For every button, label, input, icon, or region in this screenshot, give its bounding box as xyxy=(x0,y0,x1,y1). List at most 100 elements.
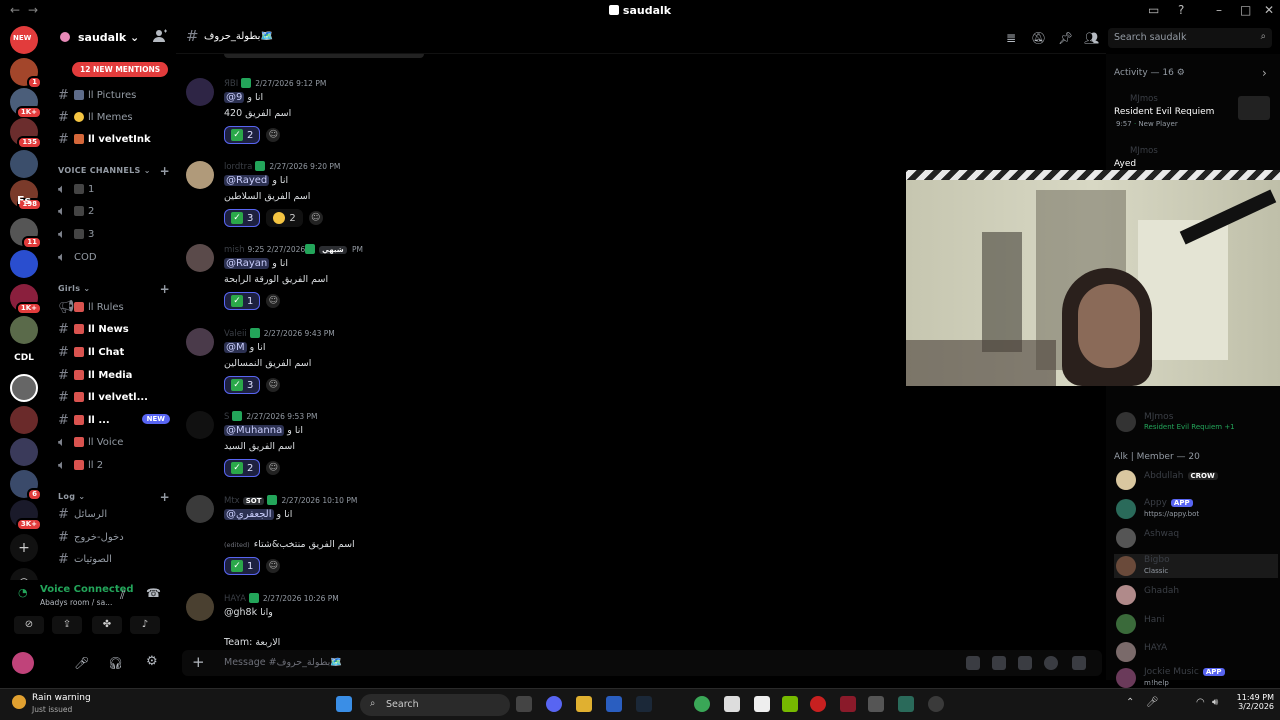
member-item[interactable]: Hani xyxy=(1114,612,1278,636)
soundboard-button[interactable]: ♪ xyxy=(130,616,160,634)
add-reaction-icon[interactable]: ☺ xyxy=(266,378,281,392)
member-list-icon[interactable]: 👥︎ xyxy=(1084,31,1099,45)
add-reaction-icon[interactable]: ☺ xyxy=(266,294,281,308)
clock[interactable]: 11:49 PM 3/2/2026 xyxy=(1226,693,1274,711)
gift-icon[interactable] xyxy=(966,656,980,670)
avatar[interactable] xyxy=(186,328,214,356)
reaction-checkmark[interactable]: ✓ 3 xyxy=(224,376,261,394)
inbox-icon[interactable]: ▭ xyxy=(1148,3,1159,17)
server-icon[interactable]: Fs xyxy=(10,186,38,214)
reaction-face[interactable]: 2 xyxy=(266,209,303,227)
voice-channel-cod[interactable]: 🔈︎ COD xyxy=(58,248,170,266)
channel-item-velvet[interactable]: # ll velvetl... xyxy=(58,388,170,406)
server-icon[interactable]: 1K+ xyxy=(10,284,42,315)
avatar[interactable] xyxy=(186,244,214,272)
reaction-checkmark[interactable]: ✓ 2 xyxy=(224,126,261,144)
channel-item-chat[interactable]: # ll Chat xyxy=(58,343,170,361)
activity-button[interactable]: ✤ xyxy=(92,616,122,634)
search-input[interactable]: Search saudalk ⌕ xyxy=(1108,28,1272,48)
reaction-checkmark[interactable]: ✓ 2 xyxy=(224,459,261,477)
member-item[interactable]: Abdullah CROW xyxy=(1114,468,1278,492)
reaction-checkmark[interactable]: ✓ 3 xyxy=(224,209,261,227)
reaction-checkmark[interactable]: ✓ 1 xyxy=(224,557,261,575)
chrome-icon[interactable] xyxy=(694,696,710,712)
store-icon[interactable] xyxy=(606,696,622,712)
microphone-tray-icon[interactable]: 🎤︎ xyxy=(1146,697,1159,708)
channel-item-new[interactable]: # ll ... NEW xyxy=(58,411,170,429)
member-item[interactable]: HAYA xyxy=(1114,640,1278,664)
message-composer[interactable]: + Message #بطولة_حروف🗺️ xyxy=(182,650,1102,676)
taskbar-search[interactable]: ⌕ Search xyxy=(360,694,510,716)
channel-item-memes[interactable]: # ll Memes xyxy=(58,108,170,126)
emoji-icon[interactable] xyxy=(1044,656,1058,670)
member-item[interactable]: Ghadah xyxy=(1114,583,1278,607)
server-icon[interactable] xyxy=(10,150,38,178)
app-icon[interactable] xyxy=(928,696,944,712)
add-channel-icon[interactable]: + xyxy=(160,164,170,178)
server-name[interactable]: saudalk ⌄ xyxy=(78,31,139,44)
disconnect-icon[interactable]: ☎︎ xyxy=(146,586,161,600)
threads-icon[interactable]: ≣ xyxy=(1004,31,1018,45)
avatar[interactable] xyxy=(186,161,214,189)
help-icon[interactable]: ? xyxy=(1178,3,1184,17)
server-icon[interactable] xyxy=(10,438,38,466)
wifi-icon[interactable]: ◠ xyxy=(1196,697,1205,708)
screen-share-button[interactable]: ⇪ xyxy=(52,616,82,634)
voice-channel-1[interactable]: 🔈︎ 1 xyxy=(58,180,170,198)
reaction-checkmark[interactable]: ✓ 1 xyxy=(224,292,261,310)
headphones-icon[interactable]: 🎧︎ xyxy=(108,656,123,670)
server-icon[interactable]: 6 xyxy=(10,470,42,501)
windows-start-icon[interactable] xyxy=(336,696,352,712)
category-voice-channels[interactable]: VOICE CHANNELS ⌄ + xyxy=(58,164,170,180)
invite-member-icon[interactable] xyxy=(153,29,167,43)
steam-icon[interactable] xyxy=(636,696,652,712)
document-icon[interactable] xyxy=(724,696,740,712)
app-icon[interactable] xyxy=(898,696,914,712)
server-icon-selected[interactable] xyxy=(10,374,38,402)
server-icon[interactable] xyxy=(10,250,38,278)
member-item[interactable]: Jockie Music APP m!help xyxy=(1114,666,1278,690)
voice-channel-voice[interactable]: 🔈︎ ll Voice xyxy=(58,433,170,451)
voice-room[interactable]: Abadys room / sa... xyxy=(40,598,112,607)
activity-item[interactable]: Ayed xyxy=(1114,159,1136,169)
add-reaction-icon[interactable]: ☺ xyxy=(266,559,281,573)
server-icon[interactable] xyxy=(10,406,38,434)
channel-item-messages-log[interactable]: # الرسائل xyxy=(58,505,170,523)
category-girls[interactable]: Girls ⌄ + xyxy=(58,282,170,298)
channel-item-news[interactable]: # ll News xyxy=(58,320,170,338)
server-icon[interactable] xyxy=(10,316,38,344)
voice-channel-3[interactable]: 🔈︎ 3 xyxy=(58,225,170,243)
channel-item-pictures[interactable]: # ll Pictures xyxy=(58,86,170,104)
server-icon[interactable]: 1 xyxy=(10,58,42,89)
user-mention[interactable]: @Rayan xyxy=(224,258,270,269)
add-channel-icon[interactable]: + xyxy=(160,282,170,296)
voice-channel-2[interactable]: 🔈︎ 2 xyxy=(58,202,170,220)
nvidia-icon[interactable] xyxy=(782,696,798,712)
server-icon[interactable]: 11 xyxy=(10,218,42,249)
server-icon[interactable]: 3K+ xyxy=(10,500,42,531)
add-reaction-icon[interactable]: ☺ xyxy=(308,211,323,225)
game-launcher-icon[interactable] xyxy=(868,696,884,712)
channel-item-media[interactable]: # ll Media xyxy=(58,366,170,384)
member-item[interactable]: Ashwaq xyxy=(1114,526,1278,550)
microphone-icon[interactable]: 🎤︎ xyxy=(74,656,89,670)
channel-item-rules[interactable]: 📢︎ ll Rules xyxy=(58,298,170,316)
user-mention[interactable]: @Rayed xyxy=(224,175,270,186)
add-reaction-icon[interactable]: ☺ xyxy=(266,128,281,142)
avatar[interactable] xyxy=(12,652,34,674)
chevron-right-icon[interactable]: › xyxy=(1262,66,1267,80)
user-mention[interactable]: @9 xyxy=(224,92,245,103)
new-server-item[interactable]: NEW xyxy=(10,26,38,54)
add-channel-icon[interactable]: + xyxy=(160,490,170,504)
camera-button[interactable]: ⊘ xyxy=(14,616,44,634)
avatar[interactable] xyxy=(186,495,214,523)
add-reaction-icon[interactable]: ☺ xyxy=(266,461,281,475)
avatar[interactable] xyxy=(186,411,214,439)
gif-icon[interactable] xyxy=(992,656,1006,670)
settings-gear-icon[interactable]: ⚙ xyxy=(146,654,158,669)
pin-icon[interactable]: 📌︎ xyxy=(1058,31,1073,45)
task-view-icon[interactable] xyxy=(516,696,532,712)
member-item[interactable]: MJmos Resident Evil Requiem +1 xyxy=(1114,410,1278,434)
user-mention[interactable]: @Muhanna xyxy=(224,425,285,436)
mute-notifications-icon[interactable]: 🔕︎ xyxy=(1031,31,1046,45)
